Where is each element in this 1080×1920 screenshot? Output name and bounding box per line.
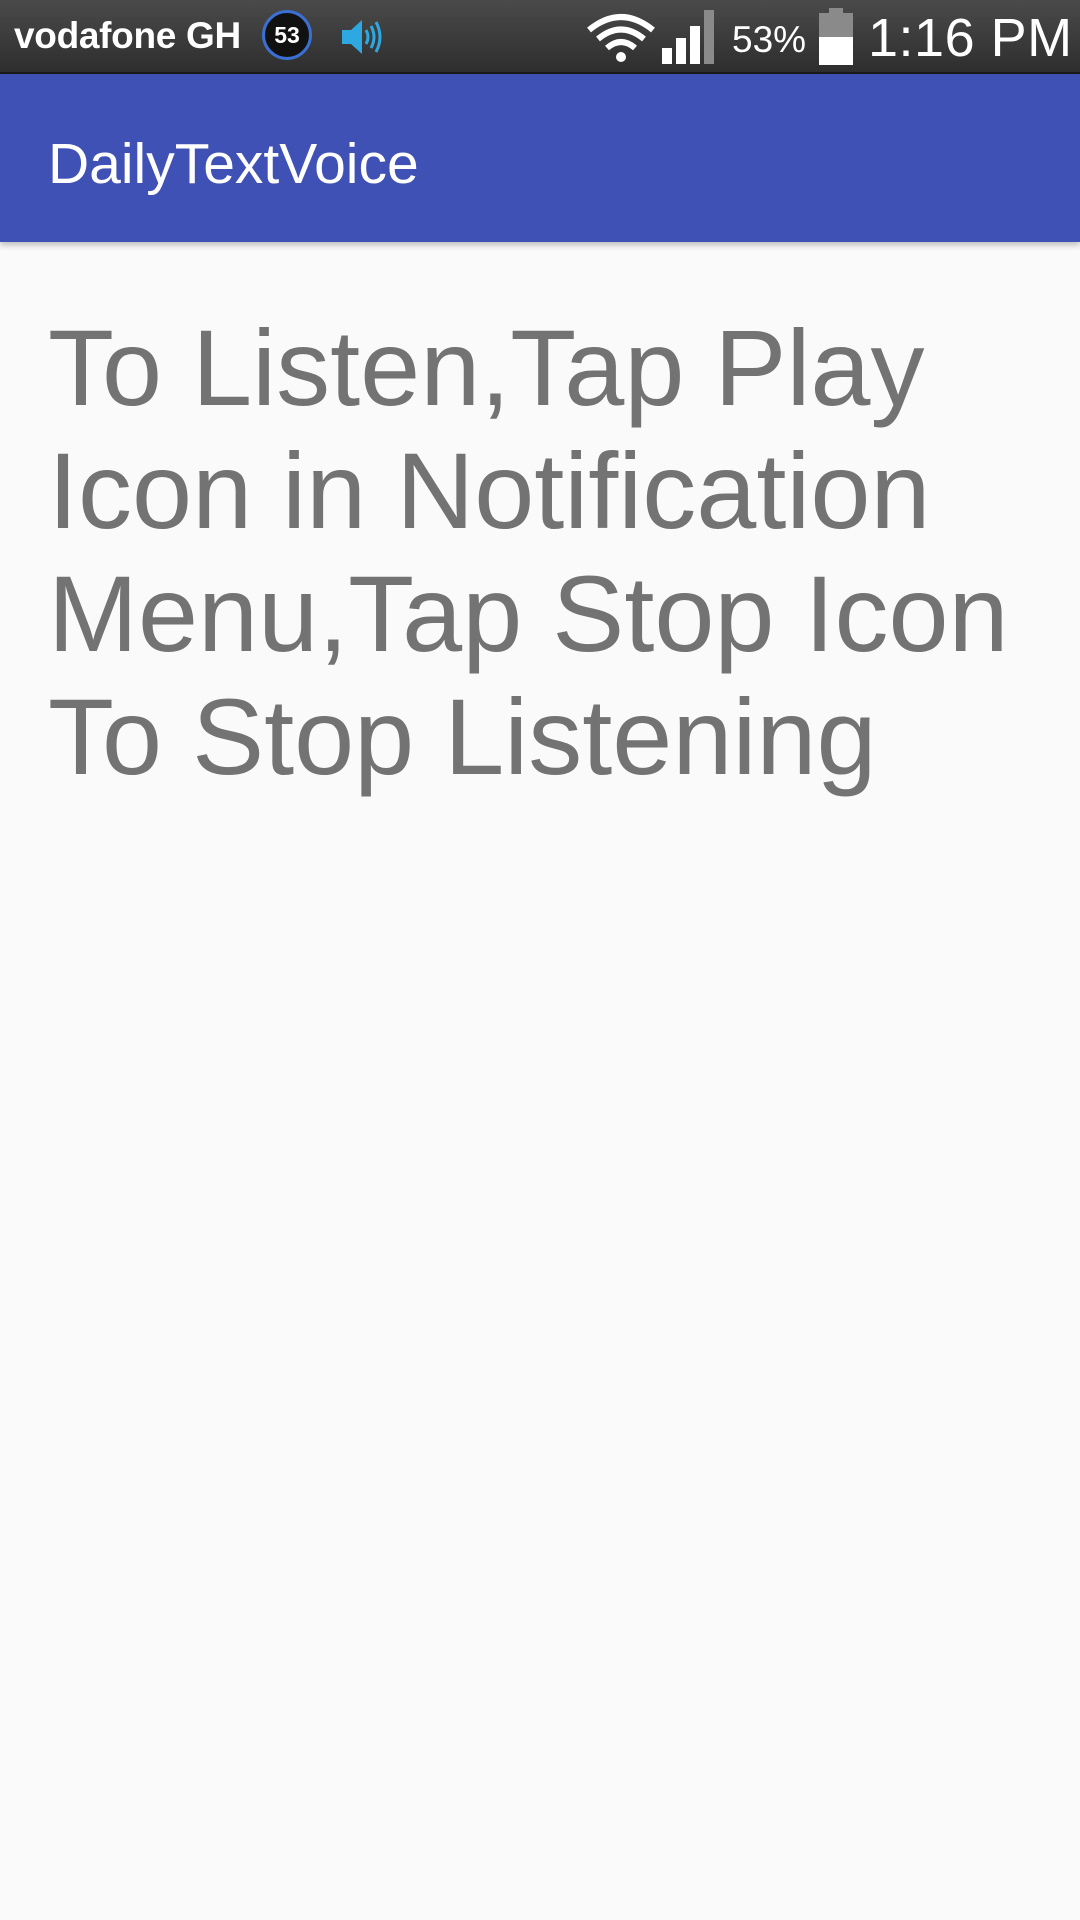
main-content: To Listen,Tap Play Icon in Notification … <box>48 306 1048 798</box>
carrier-name: vodafone GH <box>14 15 241 56</box>
clock: 1:16 PM <box>868 8 1073 68</box>
battery-percent: 53% <box>732 19 807 60</box>
wifi-icon <box>586 12 656 66</box>
speaker-icon <box>338 14 384 60</box>
signal-icon <box>660 8 722 66</box>
app-bar: DailyTextVoice <box>0 74 1080 242</box>
app-title: DailyTextVoice <box>48 132 419 196</box>
instructions-text: To Listen,Tap Play Icon in Notification … <box>48 307 1009 797</box>
battery-icon <box>818 8 854 66</box>
notification-count-badge: 53 <box>262 10 312 60</box>
status-bar: vodafone GH 53 53% 1:16 PM <box>0 0 1080 74</box>
